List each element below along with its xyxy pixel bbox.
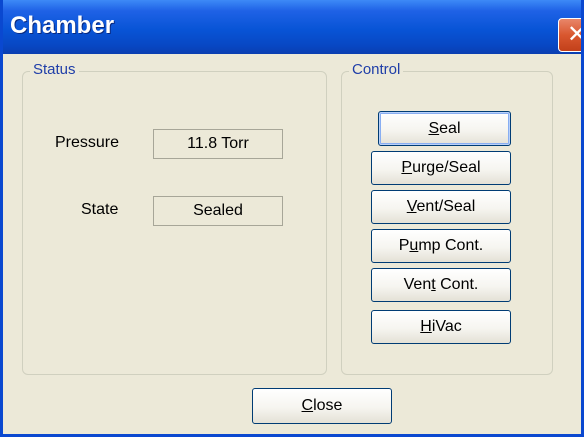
- vent-seal-button[interactable]: Vent/Seal: [371, 190, 511, 224]
- hivac-button[interactable]: HiVac: [371, 310, 511, 344]
- state-value: Sealed: [153, 196, 283, 226]
- purge-seal-button[interactable]: Purge/Seal: [371, 151, 511, 185]
- control-legend: Control: [349, 61, 404, 78]
- close-button[interactable]: Close: [252, 388, 392, 424]
- title-bar[interactable]: Chamber ✕: [3, 0, 581, 54]
- chamber-dialog: Chamber ✕ Status Pressure 11.8 Torr Stat…: [0, 0, 584, 437]
- vent-cont-button[interactable]: Vent Cont.: [371, 268, 511, 302]
- pressure-value: 11.8 Torr: [153, 129, 283, 159]
- status-legend: Status: [30, 61, 79, 78]
- close-window-icon[interactable]: ✕: [558, 18, 581, 52]
- seal-button[interactable]: Seal: [378, 111, 511, 146]
- window-title: Chamber: [10, 12, 115, 39]
- state-label: State: [81, 201, 119, 218]
- pump-cont-button[interactable]: Pump Cont.: [371, 229, 511, 263]
- pressure-label: Pressure: [55, 134, 120, 151]
